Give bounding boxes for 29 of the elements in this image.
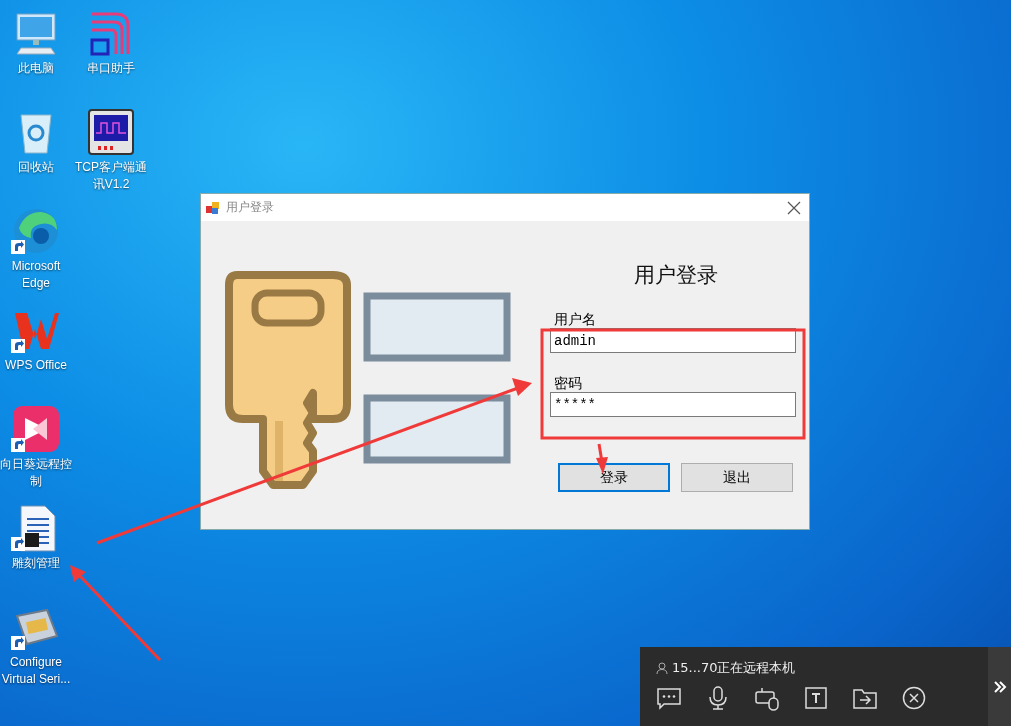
desktop-icon-label[interactable]: WPS Office [5,357,67,374]
person-icon [656,662,668,674]
close-icon[interactable] [787,200,801,215]
desktop-icon-label[interactable]: Configure Virtual Seri... [0,654,72,688]
chat-icon[interactable] [656,685,682,711]
text-box-icon[interactable] [803,685,829,711]
desktop-icon-label[interactable]: 回收站 [18,159,54,176]
input-field[interactable]: admin [550,328,796,353]
field-label: 用户名 [554,311,597,327]
input-field[interactable]: ***** [550,392,796,417]
edge-app-icon[interactable] [11,206,61,256]
desktop-icon-label[interactable]: TCP客户端通讯V1.2 [75,159,147,193]
keyboard-mouse-icon[interactable] [754,685,780,711]
scope-app-icon[interactable] [86,107,136,157]
dialog-button[interactable]: 退出 [681,463,793,492]
field-label: 密码 [554,375,583,391]
double-chevron-icon[interactable] [992,679,1007,694]
remote-status-text: 15...70正在远程本机 [672,659,796,677]
app-icon [206,200,220,215]
form-heading: 用户登录 [633,262,718,289]
desktop-icon-label[interactable]: 串口助手 [87,60,135,77]
close-circle-icon[interactable] [901,685,927,711]
window-title: 用户登录 [226,199,275,216]
dialog-button[interactable]: 登录 [558,463,670,492]
sunlogin-app-icon[interactable] [11,404,61,454]
desktop-icon-label[interactable]: 雕刻管理 [12,555,60,572]
desktop-icon-label[interactable]: 向日葵远程控制 [0,456,72,490]
desktop-icon-label[interactable]: Microsoft Edge [0,258,72,292]
desktop-icon-label[interactable]: 此电脑 [18,60,54,77]
